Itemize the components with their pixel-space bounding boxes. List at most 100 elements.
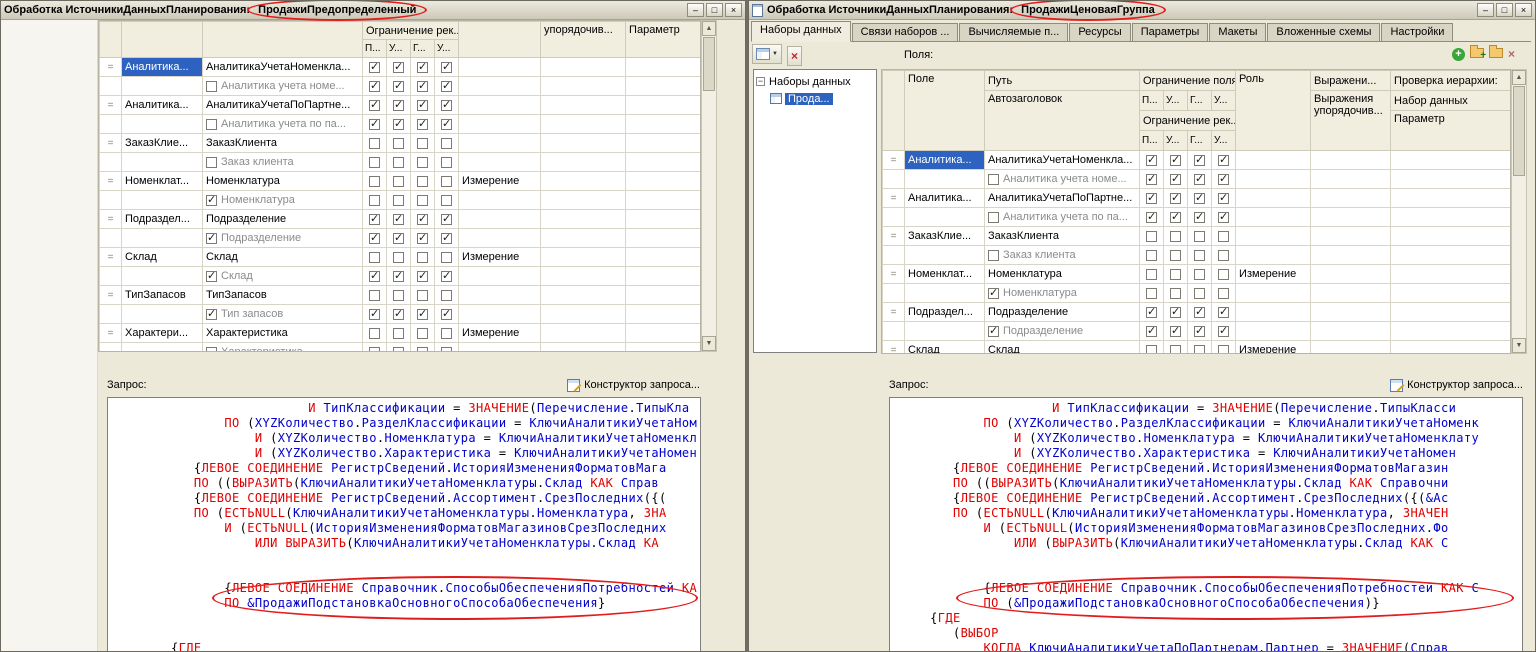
cell-empty[interactable] (626, 305, 701, 324)
cell-empty[interactable] (1311, 284, 1391, 303)
cell-flag[interactable] (1212, 246, 1236, 265)
cell-flag[interactable] (387, 115, 411, 134)
cell-flag[interactable] (363, 58, 387, 77)
table-row[interactable]: =СкладСкладИзмерение (883, 341, 1511, 355)
flag-checkbox[interactable] (369, 252, 380, 263)
cell-flag[interactable] (363, 77, 387, 96)
cell-field[interactable] (122, 229, 203, 248)
flag-checkbox[interactable] (1146, 345, 1157, 354)
cell-flag[interactable] (387, 305, 411, 324)
cell-empty[interactable] (626, 191, 701, 210)
scroll-down-icon[interactable]: ▼ (1512, 338, 1526, 353)
flag-checkbox[interactable] (417, 81, 428, 92)
cell-field[interactable] (122, 153, 203, 172)
cell-flag[interactable] (411, 267, 435, 286)
cell-empty[interactable] (541, 229, 626, 248)
cell-flag[interactable] (435, 324, 459, 343)
cell-flag[interactable] (363, 286, 387, 305)
cell-path[interactable]: Подразделение (203, 210, 363, 229)
cell-flag[interactable] (1212, 227, 1236, 246)
table-row[interactable]: =СкладСкладИзмерение (100, 248, 701, 267)
cell-flag[interactable] (363, 172, 387, 191)
cell-empty[interactable] (541, 134, 626, 153)
flag-checkbox[interactable] (1170, 193, 1181, 204)
cell-role[interactable] (1236, 303, 1311, 322)
tab-4[interactable]: Ресурсы (1069, 23, 1130, 41)
col-field[interactable]: Поле (905, 71, 985, 151)
cell-field[interactable]: Аналитика... (905, 151, 985, 170)
col-flag-condition[interactable]: У... (1164, 131, 1188, 151)
flag-checkbox[interactable] (393, 157, 404, 168)
flag-checkbox[interactable] (441, 119, 452, 130)
cell-flag[interactable] (1188, 170, 1212, 189)
tab-6[interactable]: Макеты (1209, 23, 1266, 41)
flag-checkbox[interactable] (369, 214, 380, 225)
cell-flag[interactable] (1212, 208, 1236, 227)
flag-checkbox[interactable] (417, 138, 428, 149)
cell-field[interactable] (905, 322, 985, 341)
flag-checkbox[interactable] (369, 347, 380, 352)
title-checkbox[interactable] (206, 309, 217, 320)
cell-field[interactable]: Номенклат... (905, 265, 985, 284)
cell-empty[interactable] (541, 153, 626, 172)
flag-checkbox[interactable] (1170, 174, 1181, 185)
cell-empty[interactable] (626, 324, 701, 343)
flag-checkbox[interactable] (1146, 231, 1157, 242)
cell-flag[interactable] (435, 77, 459, 96)
flag-checkbox[interactable] (393, 195, 404, 206)
col-indicator[interactable] (100, 22, 122, 58)
cell-role[interactable] (459, 286, 541, 305)
cell-role[interactable] (459, 210, 541, 229)
flag-checkbox[interactable] (369, 271, 380, 282)
cell-flag[interactable] (1212, 151, 1236, 170)
table-row[interactable]: Аналитика учета номе... (883, 170, 1511, 189)
grid-scrollbar[interactable]: ▲ ▼ (701, 20, 717, 352)
col-field[interactable] (122, 22, 203, 58)
flag-checkbox[interactable] (441, 271, 452, 282)
col-flag-group[interactable]: Г... (1188, 131, 1212, 151)
col-flag-full[interactable]: П... (363, 40, 387, 58)
titlebar[interactable]: Обработка ИсточникиДанныхПланирования: П… (1, 1, 745, 20)
col-expression-ordering[interactable]: Выражения упорядочив... (1311, 91, 1391, 151)
cell-role[interactable] (1236, 170, 1311, 189)
cell-flag[interactable] (387, 153, 411, 172)
flag-checkbox[interactable] (369, 62, 380, 73)
cell-field[interactable]: Подраздел... (905, 303, 985, 322)
cell-path[interactable]: Аналитика учета номе... (985, 170, 1140, 189)
cell-flag[interactable] (363, 153, 387, 172)
cell-flag[interactable] (363, 134, 387, 153)
query-builder-link[interactable]: Конструктор запроса... (567, 379, 700, 392)
cell-path[interactable]: Аналитика учета по па... (985, 208, 1140, 227)
flag-checkbox[interactable] (441, 290, 452, 301)
cell-field[interactable] (905, 246, 985, 265)
flag-checkbox[interactable] (1170, 326, 1181, 337)
flag-checkbox[interactable] (1218, 326, 1229, 337)
flag-checkbox[interactable] (1146, 155, 1157, 166)
cell-role[interactable] (459, 115, 541, 134)
flag-checkbox[interactable] (369, 100, 380, 111)
cell-path[interactable]: Характеристика (203, 324, 363, 343)
col-restriction-rec[interactable]: Ограничение рек... (1140, 111, 1236, 131)
flag-checkbox[interactable] (393, 81, 404, 92)
cell-flag[interactable] (1140, 227, 1164, 246)
cell-empty[interactable] (1391, 303, 1511, 322)
cell-flag[interactable] (363, 229, 387, 248)
flag-checkbox[interactable] (441, 62, 452, 73)
maximize-button[interactable]: □ (1496, 3, 1513, 17)
cell-flag[interactable] (387, 324, 411, 343)
cell-flag[interactable] (435, 172, 459, 191)
flag-checkbox[interactable] (393, 233, 404, 244)
cell-flag[interactable] (1212, 170, 1236, 189)
grid-scrollbar[interactable]: ▲ ▼ (1511, 69, 1527, 354)
cell-role[interactable] (1236, 151, 1311, 170)
flag-checkbox[interactable] (441, 176, 452, 187)
cell-flag[interactable] (411, 134, 435, 153)
cell-role[interactable] (1236, 208, 1311, 227)
cell-flag[interactable] (1140, 303, 1164, 322)
col-autotitle[interactable]: Автозаголовок (985, 91, 1140, 151)
cell-flag[interactable] (363, 191, 387, 210)
cell-flag[interactable] (363, 305, 387, 324)
cell-empty[interactable] (626, 210, 701, 229)
cell-flag[interactable] (435, 210, 459, 229)
cell-flag[interactable] (387, 58, 411, 77)
